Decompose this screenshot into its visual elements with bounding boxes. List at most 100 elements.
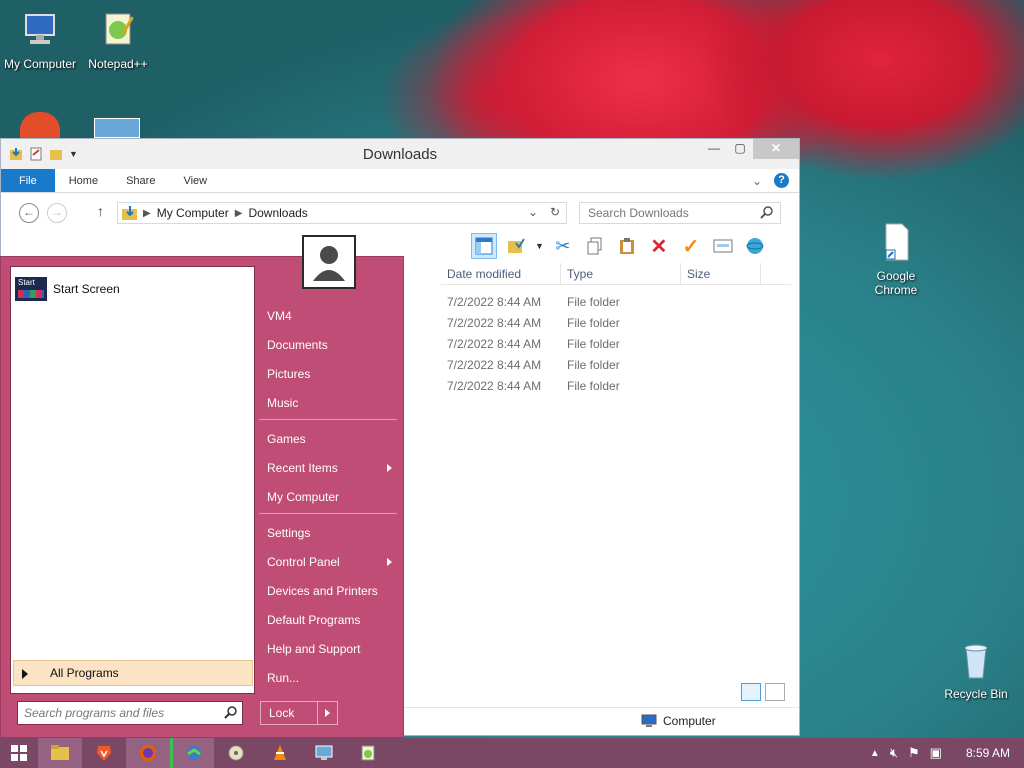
large-icons-view-button[interactable]: [765, 683, 785, 701]
lock-button[interactable]: Lock: [260, 701, 338, 725]
details-view-button[interactable]: [741, 683, 761, 701]
cut-button[interactable]: ✂: [550, 233, 576, 259]
taskbar-file-explorer[interactable]: [38, 738, 82, 768]
window-controls: — ▢ ✕: [701, 139, 799, 159]
network-button[interactable]: [742, 233, 768, 259]
folder-check-icon: [508, 238, 525, 253]
table-row[interactable]: 7/2/2022 8:44 AM File folder: [447, 334, 620, 355]
table-row[interactable]: 7/2/2022 8:44 AM File folder: [447, 292, 620, 313]
start-search-placeholder: Search programs and files: [24, 706, 165, 720]
properties-button[interactable]: [710, 233, 736, 259]
paste-button[interactable]: [614, 233, 640, 259]
folder-icon: [51, 745, 69, 760]
start-item-run[interactable]: Run...: [267, 671, 299, 685]
start-item-games[interactable]: Games: [267, 432, 306, 446]
search-placeholder: Search Downloads: [588, 206, 689, 220]
taskbar-vlc[interactable]: [258, 738, 302, 768]
taskbar-firefox[interactable]: [126, 738, 170, 768]
column-header-size[interactable]: Size: [681, 263, 761, 284]
back-button[interactable]: ←: [19, 203, 39, 223]
breadcrumb-separator-icon: ▶: [143, 207, 151, 219]
help-icon[interactable]: ?: [774, 173, 789, 188]
taskbar-notepadpp[interactable]: [346, 738, 390, 768]
refresh-icon[interactable]: ↻: [550, 205, 560, 219]
start-item-documents[interactable]: Documents: [267, 338, 328, 352]
taskbar-control-panel[interactable]: [302, 738, 346, 768]
control-panel-desktop-icon[interactable]: [94, 118, 140, 138]
show-hidden-icons-chevron-icon[interactable]: ▲: [870, 748, 880, 759]
column-header-type[interactable]: Type: [561, 263, 681, 284]
start-menu-programs-pane: Start Start Screen All Programs: [10, 266, 255, 694]
pinned-item-start-screen[interactable]: Start Start Screen: [15, 277, 120, 301]
title-bar: ▼ Downloads — ▢ ✕: [1, 139, 799, 169]
table-row[interactable]: 7/2/2022 8:44 AM File folder: [447, 313, 620, 334]
breadcrumb-my-computer[interactable]: My Computer: [151, 206, 235, 220]
start-item-recent-items[interactable]: Recent Items: [267, 461, 397, 475]
all-programs-button[interactable]: All Programs: [13, 660, 253, 686]
start-item-pictures[interactable]: Pictures: [267, 367, 310, 381]
clock[interactable]: 8:59 AM: [966, 746, 1010, 760]
chevron-down-icon[interactable]: ▼: [535, 241, 544, 251]
start-item-music[interactable]: Music: [267, 396, 298, 410]
column-header-date-modified[interactable]: Date modified: [441, 263, 561, 284]
desktop-icon-label: Notepad++: [88, 57, 148, 71]
start-item-settings[interactable]: Settings: [267, 526, 310, 540]
desktop-icon-recycle-bin[interactable]: Recycle Bin: [936, 640, 1016, 701]
tab-share[interactable]: Share: [112, 169, 169, 192]
rename-button[interactable]: ✓: [678, 233, 704, 259]
maximize-button[interactable]: ▢: [727, 139, 753, 159]
submenu-arrow-icon: [387, 558, 392, 566]
table-row[interactable]: 7/2/2022 8:44 AM File folder: [447, 355, 620, 376]
file-shortcut-icon: [885, 223, 909, 261]
folder-down-icon: [122, 206, 137, 220]
column-headers: Date modified Type Size: [441, 263, 791, 285]
brave-desktop-icon[interactable]: [20, 112, 60, 138]
lock-options-arrow-button[interactable]: [317, 702, 337, 724]
vlc-cone-icon: [274, 745, 286, 760]
up-arrow-icon[interactable]: ↑: [97, 203, 104, 219]
search-input[interactable]: Search Downloads: [579, 202, 781, 224]
forward-button[interactable]: →: [47, 203, 67, 223]
address-row: ← → ↑ ▶ My Computer ▶ Downloads ⌄ ↻ Sear…: [1, 193, 799, 231]
desktop-icon-label: Recycle Bin: [944, 687, 1008, 701]
start-search-input[interactable]: Search programs and files: [17, 701, 243, 725]
start-button[interactable]: [0, 738, 38, 768]
start-item-control-panel[interactable]: Control Panel: [267, 555, 397, 569]
globe-network-icon: [186, 746, 201, 760]
minimize-button[interactable]: —: [701, 139, 727, 159]
copy-button[interactable]: [582, 233, 608, 259]
user-avatar[interactable]: [302, 235, 356, 289]
taskbar-network-app[interactable]: [170, 738, 214, 768]
tab-file[interactable]: File: [1, 169, 55, 192]
tab-view[interactable]: View: [169, 169, 221, 192]
desktop-icon-my-computer[interactable]: My Computer: [0, 10, 80, 71]
preview-pane-button[interactable]: [471, 233, 497, 259]
action-center-flag-icon[interactable]: ⚑: [908, 745, 920, 761]
breadcrumb-downloads[interactable]: Downloads: [242, 206, 313, 220]
tab-home[interactable]: Home: [55, 169, 112, 192]
pinned-item-label: Start Screen: [53, 282, 120, 296]
start-item-my-computer[interactable]: My Computer: [267, 490, 339, 504]
close-button[interactable]: ✕: [753, 139, 799, 159]
desktop-icon-google-chrome[interactable]: Google Chrome: [856, 222, 936, 297]
address-dropdown-icon[interactable]: ⌄: [528, 205, 538, 219]
desktop-icon-notepadpp[interactable]: Notepad++: [78, 10, 158, 71]
table-row[interactable]: 7/2/2022 8:44 AM File folder: [447, 376, 620, 397]
taskbar-brave[interactable]: [82, 738, 126, 768]
network-icon[interactable]: ▣: [930, 745, 942, 761]
start-item-vm4[interactable]: VM4: [267, 309, 292, 323]
delete-x-icon: ✕: [650, 235, 668, 258]
volume-muted-icon[interactable]: 🔇︎: [890, 745, 898, 761]
firefox-icon: [140, 745, 156, 761]
address-bar[interactable]: ▶ My Computer ▶ Downloads ⌄ ↻: [117, 202, 567, 224]
start-item-devices-and-printers[interactable]: Devices and Printers: [267, 584, 378, 598]
organize-button[interactable]: [503, 233, 529, 259]
start-item-default-programs[interactable]: Default Programs: [267, 613, 360, 627]
cd-disc-icon: [228, 745, 244, 761]
copy-icon: [587, 237, 602, 255]
delete-button[interactable]: ✕: [646, 233, 672, 259]
expand-ribbon-chevron-icon[interactable]: ⌄: [752, 174, 762, 188]
taskbar-disc-app[interactable]: [214, 738, 258, 768]
scissors-icon: ✂: [555, 235, 571, 256]
start-item-help-and-support[interactable]: Help and Support: [267, 642, 360, 656]
